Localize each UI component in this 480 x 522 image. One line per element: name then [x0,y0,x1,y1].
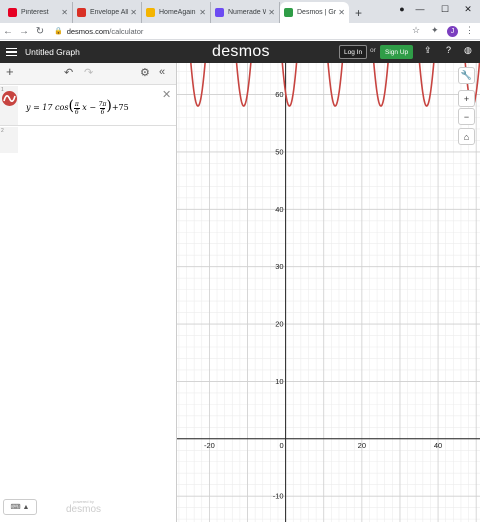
graph-settings-wrench-icon[interactable]: 🔧 [458,67,475,84]
fraction-1-numerator: π [74,100,79,108]
close-tab-icon[interactable]: ✕ [130,8,137,17]
forward-icon[interactable]: → [16,26,32,37]
function-curve [190,63,480,107]
expression-panel: + ↶ ↷ ⚙ « 1 y = 17 cos(π 6 x − 7π 6)+75 ✕ … [0,63,177,522]
keypad-toggle-button[interactable]: ⌨ ▲ [3,499,37,515]
close-tab-icon[interactable]: ✕ [338,8,345,17]
expression-row-empty[interactable]: 2 [0,127,18,153]
browser-tab[interactable]: Numerade W ✕ [211,2,280,23]
extensions-icon[interactable]: ✦ [431,25,439,36]
browser-tab[interactable]: Envelope Allo ✕ [73,2,142,23]
y-tick-label: 20 [275,320,283,329]
profile-avatar[interactable]: J [447,26,458,37]
help-icon[interactable]: ? [446,45,451,55]
tab-title: Pinterest [21,9,49,16]
signup-button[interactable]: Sign Up [380,45,414,59]
fraction-2-denominator: 6 [99,107,106,116]
close-tab-icon[interactable]: ✕ [268,8,275,17]
expression-row[interactable]: 1 y = 17 cos(π 6 x − 7π 6)+75 ✕ [0,86,176,126]
back-icon[interactable]: ← [0,26,16,37]
minimize-icon[interactable]: — [410,2,430,16]
tab-title: Desmos | Gra [297,9,337,16]
x-tick-label: 40 [434,441,442,450]
star-icon[interactable]: ☆ [412,25,420,36]
url-field[interactable]: 🔒 desmos.com/calculator [54,27,143,36]
homeagain-icon [146,8,155,17]
delete-expression-icon[interactable]: ✕ [162,88,171,101]
desmos-header: Untitled Graph desmos Log In or Sign Up … [0,41,480,63]
formula-lhs: y = 17 cos [26,103,69,112]
settings-gear-icon[interactable]: ⚙ [140,66,150,79]
fraction-1: π6 [73,100,80,116]
y-tick-label: -10 [273,492,284,501]
close-tab-icon[interactable]: ✕ [199,8,206,17]
expression-formula[interactable]: y = 17 cos(π 6 x − 7π 6)+75 [26,98,129,116]
tab-title: HomeAgain [159,9,196,16]
y-tick-label: 40 [275,205,283,214]
close-window-icon[interactable]: ✕ [458,2,478,16]
browser-tab[interactable]: HomeAgain ✕ [142,2,211,23]
formula-tail: +75 [111,103,129,112]
expression-index: 2 [1,128,4,134]
zoom-in-button[interactable]: + [458,90,475,107]
new-tab-icon[interactable]: + [349,6,368,23]
x-tick-label: -20 [204,441,215,450]
tab-strip: Pinterest ✕ Envelope Allo ✕ HomeAgain ✕ Numera… [4,2,349,23]
url-host: desmos.com [66,26,110,36]
x-tick-label: 0 [280,441,284,450]
tab-search-icon[interactable]: ● [392,2,412,16]
reload-icon[interactable]: ↻ [32,26,48,37]
y-tick-label: 30 [275,262,283,271]
zoom-out-button[interactable]: − [458,108,475,125]
powered-logo: desmos [66,504,102,515]
tab-title: Envelope Allo [90,9,129,16]
y-tick-label: 50 [275,147,283,156]
gmail-icon [77,8,86,17]
graph-title[interactable]: Untitled Graph [25,47,80,57]
powered-by-desmos: powered by desmos [66,499,101,515]
hamburger-menu-icon[interactable] [6,46,17,59]
share-icon[interactable]: ⇪ [424,45,432,56]
close-tab-icon[interactable]: ✕ [61,8,68,17]
keyboard-icon: ⌨ [10,504,21,511]
graph-svg[interactable]: -20 0 20 40 -10 10 20 30 40 50 60 [177,63,480,522]
url-path: /calculator [109,26,144,36]
graph-paper[interactable]: -20 0 20 40 -10 10 20 30 40 50 60 [177,63,480,522]
login-button[interactable]: Log In [339,45,368,59]
desmos-tab-icon [284,8,293,17]
x-tick-label: 20 [358,441,366,450]
y-tick-label: 10 [275,377,283,386]
graph-color-icon[interactable] [2,91,17,106]
desmos-logo: desmos [212,43,270,60]
or-text: or [370,47,376,54]
browser-tab[interactable]: Pinterest ✕ [4,2,73,23]
add-item-icon[interactable]: + [6,64,14,79]
y-tick-label: 60 [275,90,283,99]
menu-dots-icon[interactable]: ⋮ [465,25,474,36]
address-bar: ← → ↻ 🔒 desmos.com/calculator [0,23,480,40]
expression-toolbar: + ↶ ↷ ⚙ « [0,63,176,85]
lock-icon: 🔒 [54,28,63,35]
browser-tab[interactable]: Desmos | Gra ✕ [280,2,349,23]
expression-gutter: 1 [0,86,18,125]
pinterest-icon [8,8,17,17]
tab-title: Numerade W [228,9,267,16]
numerade-icon [215,8,224,17]
redo-icon[interactable]: ↷ [84,66,93,79]
home-zoom-icon[interactable]: ⌂ [458,128,475,145]
language-icon[interactable]: ◍ [464,45,472,56]
formula-variable: x − [82,103,97,112]
collapse-panel-icon[interactable]: « [159,66,165,78]
fraction-1-denominator: 6 [73,107,80,116]
maximize-icon[interactable]: ☐ [435,2,455,16]
undo-icon[interactable]: ↶ [64,66,73,79]
